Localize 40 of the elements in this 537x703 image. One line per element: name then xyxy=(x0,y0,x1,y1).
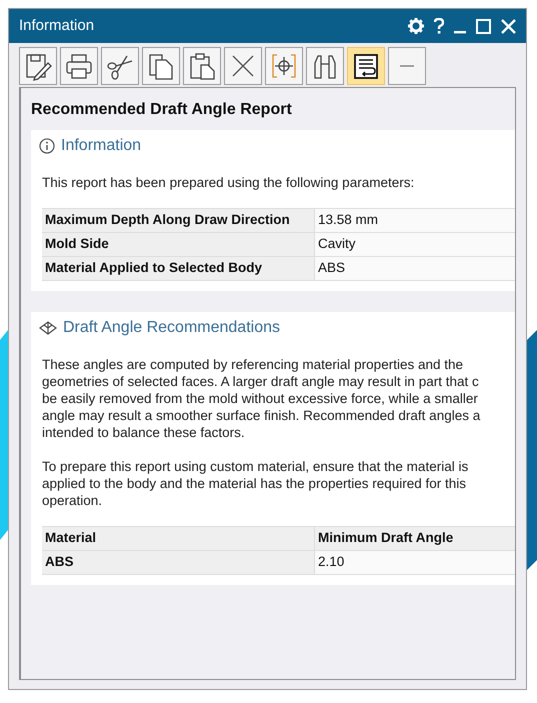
table-cell: Mold Side xyxy=(42,233,315,256)
table-cell: Maximum Depth Along Draw Direction xyxy=(42,209,315,232)
table-cell: Material Applied to Selected Body xyxy=(42,257,315,280)
paragraph-line: To prepare this report using custom material, ensure that the material is xyxy=(42,458,468,475)
toolbar-button[interactable] xyxy=(306,47,344,85)
paragraph-line: angle may result a smoother surface finish. Recommended draft angles a xyxy=(42,407,480,424)
toolbar-button[interactable] xyxy=(142,47,180,85)
toolbar-button[interactable] xyxy=(19,47,57,85)
maximize-icon[interactable] xyxy=(476,18,491,34)
paragraph-line: These angles are computed by referencing material properties and the xyxy=(42,356,463,373)
window-title: Information xyxy=(19,16,94,36)
paragraph-line: geometries of selected faces. A larger draft angle may result in part that c xyxy=(42,373,479,390)
paragraph-line: applied to the body and the material has the properties required for this xyxy=(42,475,466,492)
table-cell: Cavity xyxy=(315,233,515,256)
paragraph-line: intended to balance these factors. xyxy=(42,424,245,441)
toolbar-button[interactable] xyxy=(183,47,221,85)
paragraph-line: be easily removed from the mold without excessive force, while a smaller xyxy=(42,390,478,407)
minus-icon xyxy=(400,65,414,67)
help-icon[interactable] xyxy=(434,18,444,34)
settings-icon[interactable] xyxy=(408,18,424,34)
table-cell: ABS xyxy=(42,551,315,574)
table-cell: 2.10 xyxy=(315,551,515,574)
paragraph-line: This report has been prepared using the following parameters: xyxy=(42,174,414,191)
toolbar-button[interactable] xyxy=(347,47,385,85)
section-heading: Draft Angle Recommendations xyxy=(63,318,280,338)
info-icon xyxy=(39,138,55,154)
toolbar-button[interactable] xyxy=(60,47,98,85)
toolbar-button[interactable] xyxy=(265,47,303,85)
section-heading: Information xyxy=(61,136,142,156)
text-wrap-icon xyxy=(351,51,381,81)
close-icon[interactable] xyxy=(501,18,516,34)
column-header: Minimum Draft Angle xyxy=(315,527,515,550)
column-header: Material xyxy=(42,527,315,550)
toolbar-button[interactable] xyxy=(101,47,139,85)
table-cell: ABS xyxy=(315,257,515,280)
report-title: Recommended Draft Angle Report xyxy=(31,100,293,120)
paragraph-line: operation. xyxy=(42,492,102,509)
table-cell: 13.58 mm xyxy=(315,209,515,232)
toolbar-button[interactable] xyxy=(224,47,262,85)
cube-icon xyxy=(39,320,57,336)
